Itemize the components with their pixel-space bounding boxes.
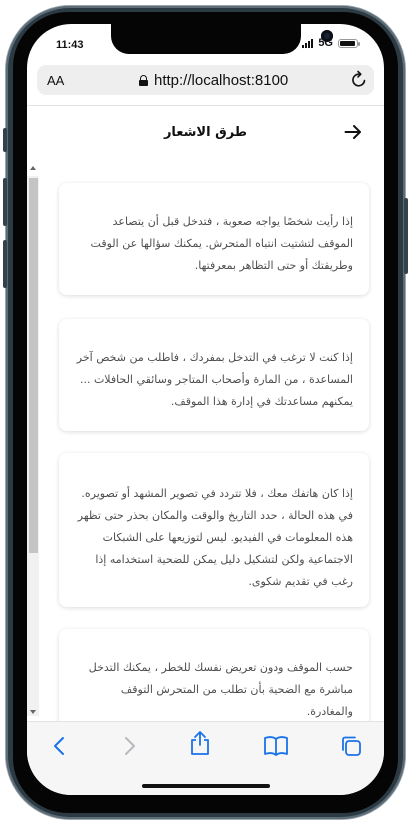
chevron-right-icon[interactable] — [117, 734, 141, 758]
phone-screen: 11:43 5G AA http://localhost:8100 طرق ال… — [27, 24, 384, 795]
power-button — [404, 198, 408, 274]
notch — [111, 24, 333, 54]
card-text: إذا كنت لا ترغب في التدخل بمفردك ، فاطلب… — [76, 351, 353, 408]
arrow-right-icon[interactable] — [344, 123, 362, 145]
chevron-left-icon[interactable] — [48, 734, 72, 758]
text-size-button[interactable]: AA — [47, 73, 64, 88]
scrollbar[interactable] — [27, 166, 39, 716]
tabs-icon[interactable] — [339, 734, 363, 758]
info-card: إذا كنت لا ترغب في التدخل بمفردك ، فاطلب… — [59, 319, 369, 431]
url-text: http://localhost:8100 — [154, 72, 289, 89]
camera-icon — [321, 30, 333, 42]
info-card: إذا رأيت شخصًا يواجه صعوبة ، فتدخل قبل أ… — [59, 183, 369, 295]
lock-icon — [139, 75, 148, 86]
card-text: إذا كان هاتفك معك ، فلا تتردد في تصوير ا… — [77, 487, 353, 588]
battery-icon — [338, 38, 360, 48]
book-icon[interactable] — [263, 734, 289, 758]
scrollbar-thumb[interactable] — [29, 178, 38, 553]
reload-icon[interactable] — [350, 70, 368, 95]
scroll-down-icon[interactable] — [30, 710, 36, 714]
scroll-up-icon[interactable] — [30, 166, 36, 170]
silent-switch — [3, 128, 7, 152]
content-area[interactable]: إذا رأيت شخصًا يواجه صعوبة ، فتدخل قبل أ… — [27, 161, 384, 721]
share-icon[interactable] — [188, 730, 212, 755]
page-title: طرق الاشعار — [163, 125, 248, 140]
signal-icon — [302, 38, 314, 48]
info-card: إذا كان هاتفك معك ، فلا تتردد في تصوير ا… — [59, 453, 369, 607]
volume-down-button — [3, 240, 7, 288]
card-text: حسب الموقف ودون تعريض نفسك للخطر ، يمكنك… — [88, 661, 353, 718]
card-text: إذا رأيت شخصًا يواجه صعوبة ، فتدخل قبل أ… — [90, 215, 353, 272]
address-bar[interactable]: AA http://localhost:8100 — [37, 65, 374, 95]
status-time: 11:43 — [56, 39, 84, 51]
info-card: حسب الموقف ودون تعريض نفسك للخطر ، يمكنك… — [59, 629, 369, 721]
volume-up-button — [3, 178, 7, 226]
page-header: طرق الاشعار — [27, 105, 384, 162]
url-field[interactable]: http://localhost:8100 — [139, 72, 288, 89]
home-indicator[interactable] — [142, 784, 270, 788]
